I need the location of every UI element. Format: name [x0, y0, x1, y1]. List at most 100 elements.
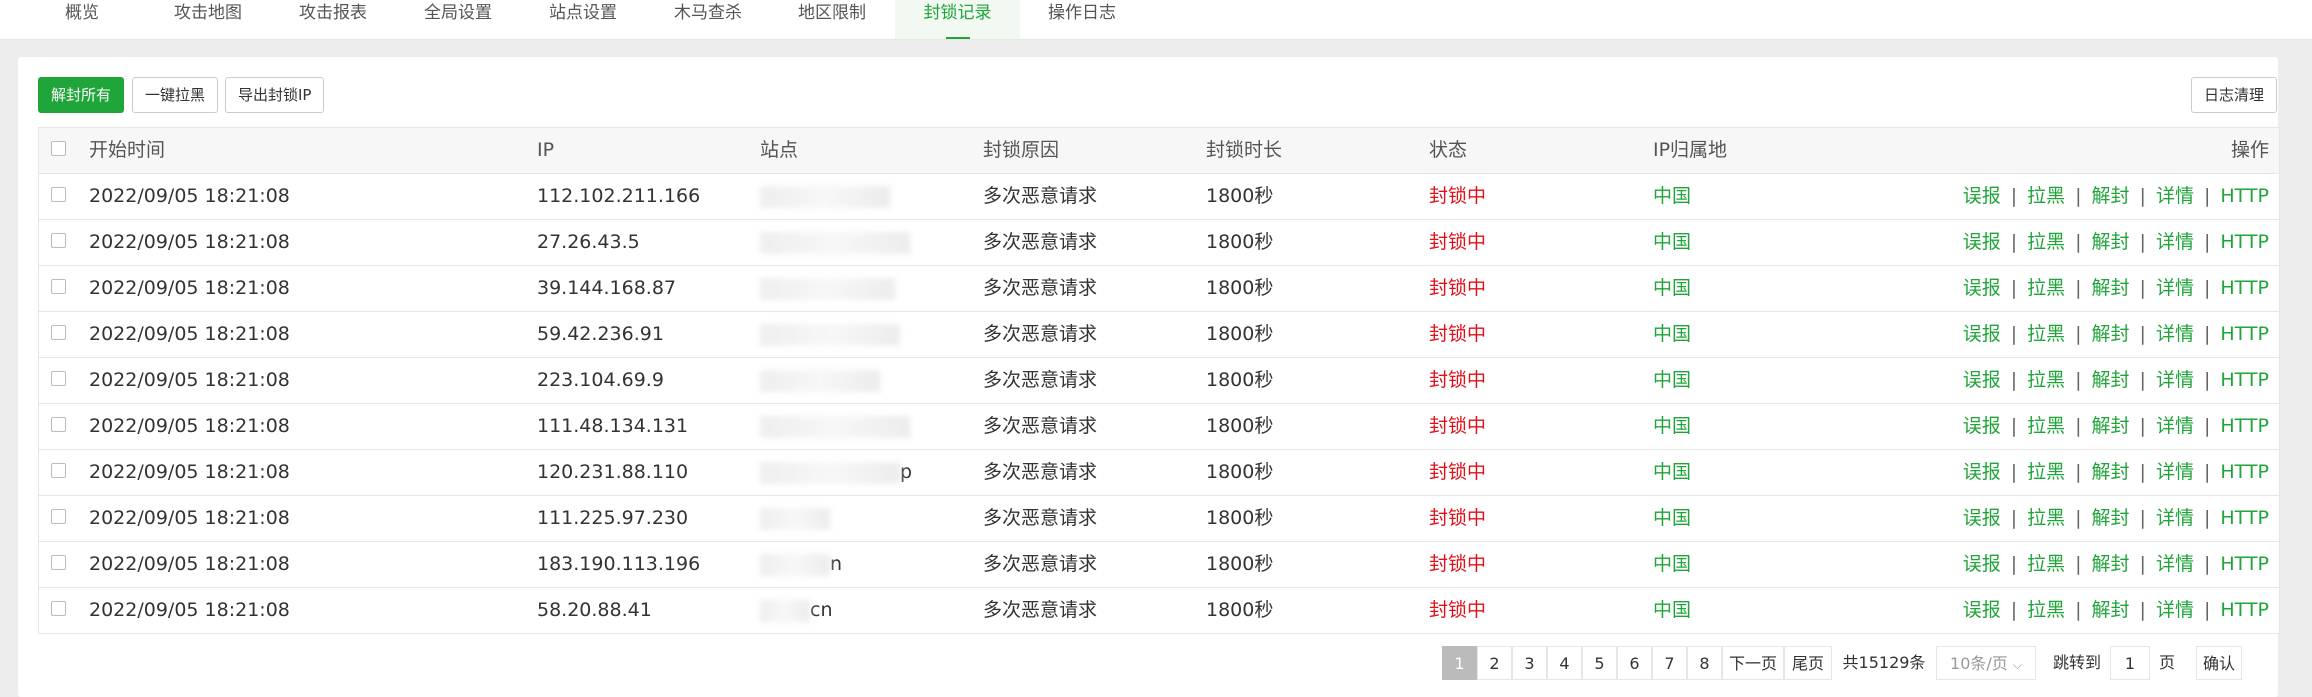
unblock-link[interactable]: 解封 — [2092, 185, 2130, 207]
tab-block-records[interactable]: 封锁记录 — [895, 0, 1020, 39]
unblock-link[interactable]: 解封 — [2092, 369, 2130, 391]
details-link[interactable]: 详情 — [2156, 553, 2194, 575]
cell-block-reason: 多次恶意请求 — [983, 461, 1098, 483]
row-checkbox[interactable] — [51, 509, 66, 524]
false-positive-link[interactable]: 误报 — [1963, 599, 2001, 621]
cell-site: cn — [760, 588, 833, 633]
http-link[interactable]: HTTP — [2220, 369, 2269, 391]
cell-site-visible-fragment: cn — [810, 599, 833, 621]
cell-start-time: 2022/09/05 18:21:08 — [89, 507, 290, 529]
details-link[interactable]: 详情 — [2156, 599, 2194, 621]
action-separator: | — [2010, 599, 2018, 621]
jump-confirm-button[interactable]: 确认 — [2196, 646, 2242, 680]
row-checkbox[interactable] — [51, 601, 66, 616]
unblock-link[interactable]: 解封 — [2092, 599, 2130, 621]
tab-trojan-scan[interactable]: 木马查杀 — [665, 0, 751, 39]
header-block-duration: 封锁时长 — [1206, 139, 1283, 161]
http-link[interactable]: HTTP — [2220, 415, 2269, 437]
details-link[interactable]: 详情 — [2156, 323, 2194, 345]
details-link[interactable]: 详情 — [2156, 369, 2194, 391]
page-3-button[interactable]: 3 — [1512, 646, 1547, 680]
http-link[interactable]: HTTP — [2220, 599, 2269, 621]
page-4-button[interactable]: 4 — [1547, 646, 1582, 680]
row-checkbox[interactable] — [51, 555, 66, 570]
false-positive-link[interactable]: 误报 — [1963, 553, 2001, 575]
false-positive-link[interactable]: 误报 — [1963, 461, 2001, 483]
select-all-checkbox[interactable] — [51, 141, 66, 156]
tab-attack-report[interactable]: 攻击报表 — [290, 0, 376, 39]
action-separator: | — [2010, 369, 2018, 391]
page-6-button[interactable]: 6 — [1617, 646, 1652, 680]
page-2-button[interactable]: 2 — [1477, 646, 1512, 680]
details-link[interactable]: 详情 — [2156, 461, 2194, 483]
cell-site: p — [760, 450, 912, 495]
blacklist-link[interactable]: 拉黑 — [2027, 323, 2065, 345]
false-positive-link[interactable]: 误报 — [1963, 507, 2001, 529]
false-positive-link[interactable]: 误报 — [1963, 185, 2001, 207]
cell-site — [760, 174, 890, 219]
false-positive-link[interactable]: 误报 — [1963, 369, 2001, 391]
export-blocked-ip-button[interactable]: 导出封锁IP — [225, 77, 325, 113]
blacklist-link[interactable]: 拉黑 — [2027, 599, 2065, 621]
details-link[interactable]: 详情 — [2156, 415, 2194, 437]
per-page-select[interactable]: 10条/页 ⌵ — [1936, 646, 2036, 680]
false-positive-link[interactable]: 误报 — [1963, 277, 2001, 299]
last-page-button[interactable]: 尾页 — [1784, 646, 1832, 680]
unblock-link[interactable]: 解封 — [2092, 461, 2130, 483]
page-8-button[interactable]: 8 — [1687, 646, 1722, 680]
page-7-button[interactable]: 7 — [1652, 646, 1687, 680]
details-link[interactable]: 详情 — [2156, 185, 2194, 207]
cell-start-time: 2022/09/05 18:21:08 — [89, 415, 290, 437]
http-link[interactable]: HTTP — [2220, 185, 2269, 207]
details-link[interactable]: 详情 — [2156, 277, 2194, 299]
http-link[interactable]: HTTP — [2220, 323, 2269, 345]
http-link[interactable]: HTTP — [2220, 507, 2269, 529]
unblock-all-button[interactable]: 解封所有 — [38, 77, 125, 113]
details-link[interactable]: 详情 — [2156, 507, 2194, 529]
false-positive-link[interactable]: 误报 — [1963, 231, 2001, 253]
blacklist-link[interactable]: 拉黑 — [2027, 185, 2065, 207]
tab-overview[interactable]: 概览 — [42, 0, 122, 39]
blacklist-link[interactable]: 拉黑 — [2027, 277, 2065, 299]
unblock-link[interactable]: 解封 — [2092, 323, 2130, 345]
row-checkbox[interactable] — [51, 325, 66, 340]
details-link[interactable]: 详情 — [2156, 231, 2194, 253]
blacklist-link[interactable]: 拉黑 — [2027, 461, 2065, 483]
tab-region-limit[interactable]: 地区限制 — [789, 0, 875, 39]
jump-to-label: 跳转到 — [2052, 653, 2101, 672]
page-5-button[interactable]: 5 — [1582, 646, 1617, 680]
one-click-blacklist-button[interactable]: 一键拉黑 — [132, 77, 219, 113]
http-link[interactable]: HTTP — [2220, 553, 2269, 575]
status-badge: 封锁中 — [1429, 461, 1487, 483]
http-link[interactable]: HTTP — [2220, 277, 2269, 299]
tab-attack-map[interactable]: 攻击地图 — [165, 0, 251, 39]
row-checkbox[interactable] — [51, 279, 66, 294]
false-positive-link[interactable]: 误报 — [1963, 415, 2001, 437]
row-checkbox[interactable] — [51, 371, 66, 386]
tab-site-settings[interactable]: 站点设置 — [540, 0, 626, 39]
row-checkbox[interactable] — [51, 417, 66, 432]
unblock-link[interactable]: 解封 — [2092, 231, 2130, 253]
blacklist-link[interactable]: 拉黑 — [2027, 553, 2065, 575]
unblock-link[interactable]: 解封 — [2092, 415, 2130, 437]
tab-operation-log[interactable]: 操作日志 — [1039, 0, 1125, 39]
row-checkbox[interactable] — [51, 187, 66, 202]
http-link[interactable]: HTTP — [2220, 461, 2269, 483]
blacklist-link[interactable]: 拉黑 — [2027, 507, 2065, 529]
unblock-link[interactable]: 解封 — [2092, 553, 2130, 575]
blacklist-link[interactable]: 拉黑 — [2027, 231, 2065, 253]
unblock-link[interactable]: 解封 — [2092, 507, 2130, 529]
blacklist-link[interactable]: 拉黑 — [2027, 369, 2065, 391]
action-separator: | — [2139, 185, 2146, 207]
row-checkbox[interactable] — [51, 463, 66, 478]
unblock-link[interactable]: 解封 — [2092, 277, 2130, 299]
http-link[interactable]: HTTP — [2220, 231, 2269, 253]
next-page-button[interactable]: 下一页 — [1722, 646, 1784, 680]
tab-global-settings[interactable]: 全局设置 — [415, 0, 501, 39]
row-checkbox[interactable] — [51, 233, 66, 248]
false-positive-link[interactable]: 误报 — [1963, 323, 2001, 345]
page-1-button[interactable]: 1 — [1442, 646, 1477, 680]
blacklist-link[interactable]: 拉黑 — [2027, 415, 2065, 437]
clear-log-button[interactable]: 日志清理 — [2191, 77, 2278, 113]
jump-page-input[interactable]: 1 — [2110, 646, 2150, 680]
